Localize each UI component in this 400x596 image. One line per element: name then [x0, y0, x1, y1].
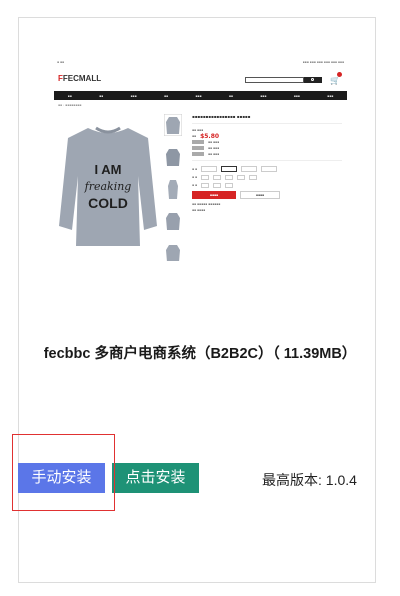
preview-tier-row: ▪▪ ▪▪▪: [192, 151, 342, 157]
preview-thumbnail: [166, 213, 180, 230]
svg-text:I AM: I AM: [95, 162, 122, 177]
product-title: fecbbc 多商户电商系统（B2B2C）（ 11.39MB）: [43, 346, 357, 362]
preview-quantity-row: ▪ ▪: [192, 181, 342, 189]
product-preview-image: ▪ ▪▪ ▪▪▪ ▪▪▪ ▪▪▪ ▪▪▪ ▪▪▪ ▪▪▪ FFECMALL 🛒 ▪…: [54, 59, 347, 261]
preview-thumbnail: [166, 149, 180, 166]
preview-search-icon: [304, 77, 322, 83]
preview-color-options: ▪ ▪: [192, 164, 342, 173]
preview-breadcrumb: ▪▪ › ▪▪▪▪▪▪▪▪: [58, 103, 82, 107]
preview-logo: FFECMALL: [58, 74, 102, 83]
svg-text:COLD: COLD: [88, 195, 128, 211]
preview-search-box: [245, 77, 304, 83]
click-install-button[interactable]: 点击安装: [112, 463, 199, 493]
preview-nav-bar: ▪▪ ▪▪ ▪▪▪ ▪▪ ▪▪▪ ▪▪ ▪▪▪ ▪▪▪ ▪▪▪: [54, 91, 347, 100]
preview-thumbnail: [163, 113, 183, 137]
preview-top-bar: ▪ ▪▪ ▪▪▪ ▪▪▪ ▪▪▪ ▪▪▪ ▪▪▪ ▪▪▪: [57, 60, 344, 64]
preview-thumbnail: [166, 245, 180, 261]
preview-cart-icon: 🛒: [330, 76, 340, 85]
preview-product-info: ▪▪▪▪▪▪▪▪▪▪▪▪▪▪▪▪ ▪▪▪▪▪ ▪▪ ▪▪▪ ▪▪ $5.80 ▪…: [192, 114, 342, 213]
preview-share-row: ▪▪ ▪▪▪▪: [192, 208, 206, 212]
preview-thumbnail: [168, 180, 178, 199]
preview-thumbnail-list: [163, 113, 184, 261]
annotation-highlight-box: [12, 434, 115, 511]
svg-text:freaking: freaking: [84, 180, 132, 193]
preview-size-options: ▪ ▪: [192, 173, 342, 181]
preview-product-title: ▪▪▪▪▪▪▪▪▪▪▪▪▪▪▪▪ ▪▪▪▪▪: [192, 114, 251, 119]
max-version-label: 最高版本: 1.0.4: [262, 472, 357, 488]
preview-buy-row: ▪▪▪▪ ▪▪▪▪: [192, 189, 342, 201]
preview-cart-badge: [337, 72, 342, 77]
preview-sweatshirt-image: I AM freaking COLD: [59, 126, 157, 246]
